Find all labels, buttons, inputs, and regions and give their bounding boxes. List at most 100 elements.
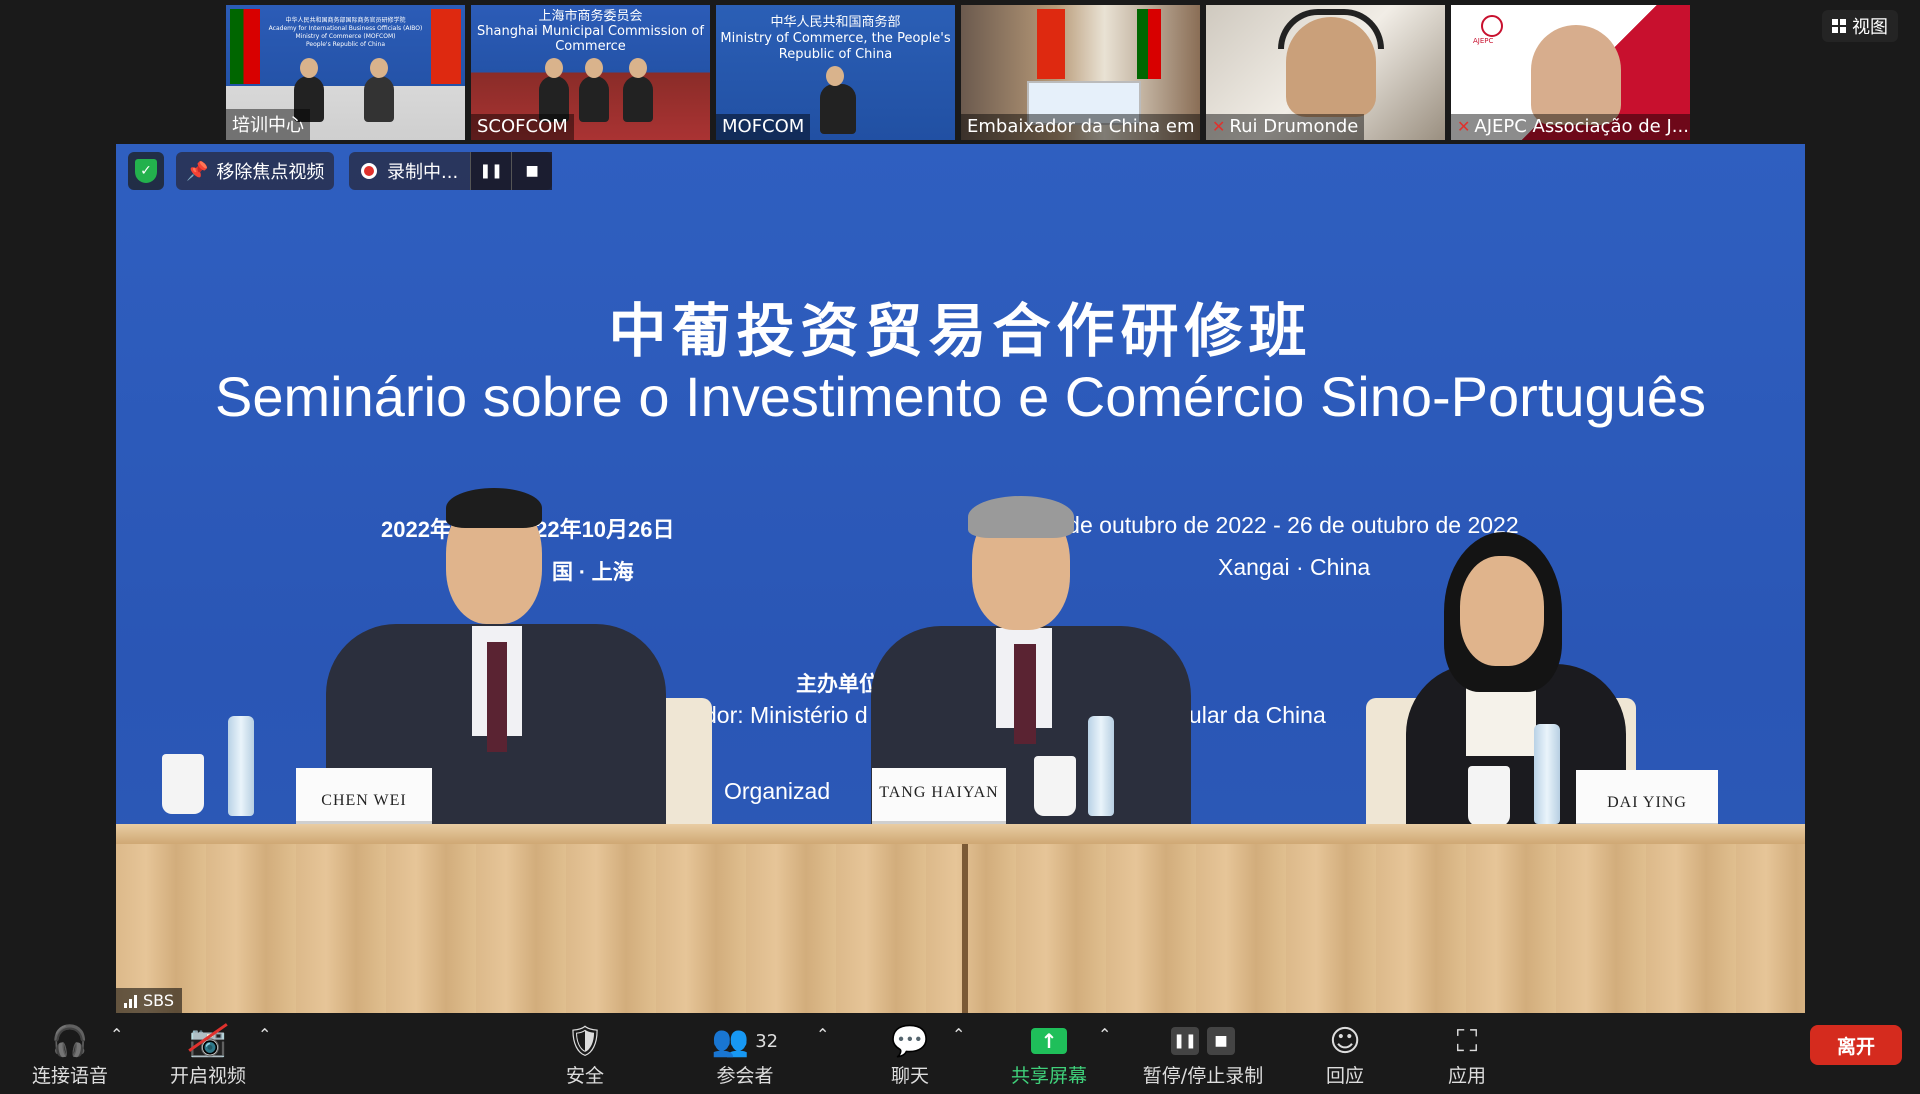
pause-icon: ❚❚ xyxy=(1171,1027,1199,1055)
china-flag xyxy=(1037,9,1065,79)
participant-figure xyxy=(579,58,609,122)
apps-button[interactable]: ⛶ 应用 xyxy=(1442,1013,1492,1094)
network-status: SBS xyxy=(116,988,183,1013)
thumbnail-caption: 中华人民共和国商务部国际商务官员研修学院 Academy for Interna… xyxy=(268,17,423,48)
mic-muted-icon: ✕ xyxy=(1457,117,1471,136)
stop-recording-button[interactable]: ■ xyxy=(511,152,553,190)
start-video-label: 开启视频 xyxy=(169,1065,246,1087)
main-video[interactable]: 中葡投资贸易合作研修班 Seminário sobre o Investimen… xyxy=(116,144,1805,1013)
start-video-button[interactable]: 📷 开启视频 xyxy=(166,1013,250,1094)
leave-label: 离开 xyxy=(1836,1035,1875,1058)
water-bottle xyxy=(228,716,254,816)
participant-figure xyxy=(623,58,653,122)
banner-host-pt-left: dor: Ministério d xyxy=(704,702,868,728)
pause-recording-button[interactable]: ❚❚ xyxy=(470,152,512,190)
thumbnail-mofcom[interactable]: 中华人民共和国商务部 Ministry of Commerce, the Peo… xyxy=(716,5,955,140)
reactions-label: 回应 xyxy=(1325,1065,1364,1087)
thumbnail-ambassador[interactable]: Embaixador da China em ... xyxy=(961,5,1200,140)
chat-label: 聊天 xyxy=(890,1065,929,1087)
portugal-flag xyxy=(230,9,260,84)
pause-stop-recording-label: 暂停/停止录制 xyxy=(1142,1065,1264,1087)
participant-name: Embaixador da China em ... xyxy=(961,114,1200,140)
participant-name: 培训中心 xyxy=(226,109,310,140)
tea-cup xyxy=(1468,766,1510,826)
remove-spotlight-button[interactable]: 📌 移除焦点视频 xyxy=(176,152,335,190)
join-audio-button[interactable]: 🎧 连接语音 xyxy=(28,1013,112,1094)
participants-label: 参会者 xyxy=(716,1065,774,1087)
table-divider xyxy=(962,844,968,1013)
participant-name: MOFCOM xyxy=(716,114,811,140)
mic-muted-icon: ✕ xyxy=(1212,117,1226,136)
nameplate-tang-haiyan: TANG HAIYAN xyxy=(872,768,1006,824)
banner-title-cn: 中葡投资贸易合作研修班 xyxy=(608,297,1313,365)
view-button-label: 视图 xyxy=(1852,17,1888,38)
participants-options-caret[interactable]: ⌃ xyxy=(816,1025,829,1044)
water-bottle xyxy=(1534,724,1560,824)
table-top xyxy=(116,824,1805,844)
security-shield-button[interactable]: ✓ xyxy=(128,152,164,190)
security-button[interactable]: 🛡 安全 xyxy=(555,1013,615,1094)
chat-bubble-icon: 💬 xyxy=(891,1023,929,1059)
participant-face xyxy=(1531,25,1621,125)
signal-bars-icon xyxy=(124,994,137,1008)
chat-options-caret[interactable]: ⌃ xyxy=(952,1025,965,1044)
thumbnail-caption: 上海市商务委员会 Shanghai Municipal Commission o… xyxy=(477,9,704,54)
thumbnail-scofcom[interactable]: 上海市商务委员会 Shanghai Municipal Commission o… xyxy=(471,5,710,140)
banner-host-cn: 主办单位 xyxy=(796,673,880,696)
banner-dates-pt: 7 de outubro de 2022 - 26 de outubro de … xyxy=(1048,512,1519,538)
share-arrow-icon: ↑ xyxy=(1031,1028,1067,1054)
recording-label: 录制中... xyxy=(387,162,459,183)
banner-place-cn: 国 · 上海 xyxy=(552,561,634,584)
shield-icon: 🛡 xyxy=(565,1023,605,1059)
thumbnail-training-center[interactable]: 中华人民共和国商务部国际商务官员研修学院 Academy for Interna… xyxy=(226,5,465,140)
nameplate-dai-ying: DAI YING xyxy=(1576,770,1718,826)
participants-button[interactable]: 👥 32 参会者 xyxy=(710,1013,780,1094)
thumbnail-caption: 中华人民共和国商务部 Ministry of Commerce, the Peo… xyxy=(720,15,951,62)
security-label: 安全 xyxy=(565,1065,604,1087)
recording-dot-icon xyxy=(361,163,377,179)
audio-options-caret[interactable]: ⌃ xyxy=(110,1025,123,1044)
grid-view-icon xyxy=(1832,19,1846,33)
water-bottle xyxy=(1088,716,1114,816)
network-label: SBS xyxy=(143,991,175,1010)
table-front xyxy=(116,844,1805,1013)
participant-figure xyxy=(364,58,394,122)
banner-title-pt: Seminário sobre o Investimento e Comérci… xyxy=(215,365,1706,428)
participant-name: ✕ Rui Drumonde xyxy=(1206,114,1365,140)
remove-spotlight-label: 移除焦点视频 xyxy=(216,162,325,183)
meeting-toolbar: 🎧 连接语音 ⌃ 📷 开启视频 ⌃ 🛡 安全 👥 32 参会者 ⌃ 💬 聊天 ⌃ … xyxy=(0,1013,1920,1094)
headset-icon xyxy=(1278,9,1384,49)
view-button[interactable]: 视图 xyxy=(1822,10,1898,42)
china-flag xyxy=(431,9,461,84)
unpin-icon: 📌 xyxy=(186,160,209,182)
video-off-icon: 📷 xyxy=(188,1022,229,1059)
share-options-caret[interactable]: ⌃ xyxy=(1098,1025,1111,1044)
smiley-plus-icon: ☺ xyxy=(1329,1023,1361,1059)
participant-name: ✕ AJEPC Associação de J... xyxy=(1451,114,1690,140)
recording-indicator: 录制中... ❚❚ ■ xyxy=(349,152,553,190)
participants-icon: 👥 32 xyxy=(711,1023,779,1059)
tea-cup xyxy=(1034,756,1076,816)
headphones-icon: 🎧 xyxy=(51,1023,89,1059)
banner-organizer-left: Organizad xyxy=(724,778,831,804)
thumbnail-rui-drumonde[interactable]: ✕ Rui Drumonde xyxy=(1206,5,1445,140)
nameplate-chen-wei: CHEN WEI xyxy=(296,768,432,824)
apps-label: 应用 xyxy=(1447,1065,1486,1087)
pause-stop-recording-button[interactable]: ❚❚ ■ 暂停/停止录制 xyxy=(1140,1013,1266,1094)
share-screen-label: 共享屏幕 xyxy=(1010,1065,1087,1087)
participant-figure xyxy=(820,66,856,134)
participant-count: 32 xyxy=(755,1030,779,1052)
ajepc-logo xyxy=(1481,15,1503,37)
banner-place-pt: Xangai · China xyxy=(1218,554,1371,580)
thumbnail-caption: AJEPC xyxy=(1473,37,1494,45)
recording-controls-icons: ❚❚ ■ xyxy=(1167,1021,1239,1061)
tea-cup xyxy=(162,754,204,814)
join-audio-label: 连接语音 xyxy=(31,1065,108,1087)
video-options-caret[interactable]: ⌃ xyxy=(258,1025,271,1044)
leave-button[interactable]: 离开 xyxy=(1810,1025,1902,1065)
apps-icon: ⛶ xyxy=(1456,1023,1478,1059)
thumbnail-ajepc[interactable]: AJEPC ✕ AJEPC Associação de J... xyxy=(1451,5,1690,140)
reactions-button[interactable]: ☺ 回应 xyxy=(1320,1013,1370,1094)
share-screen-button[interactable]: ↑ 共享屏幕 xyxy=(1006,1013,1092,1094)
chat-button[interactable]: 💬 聊天 xyxy=(880,1013,940,1094)
